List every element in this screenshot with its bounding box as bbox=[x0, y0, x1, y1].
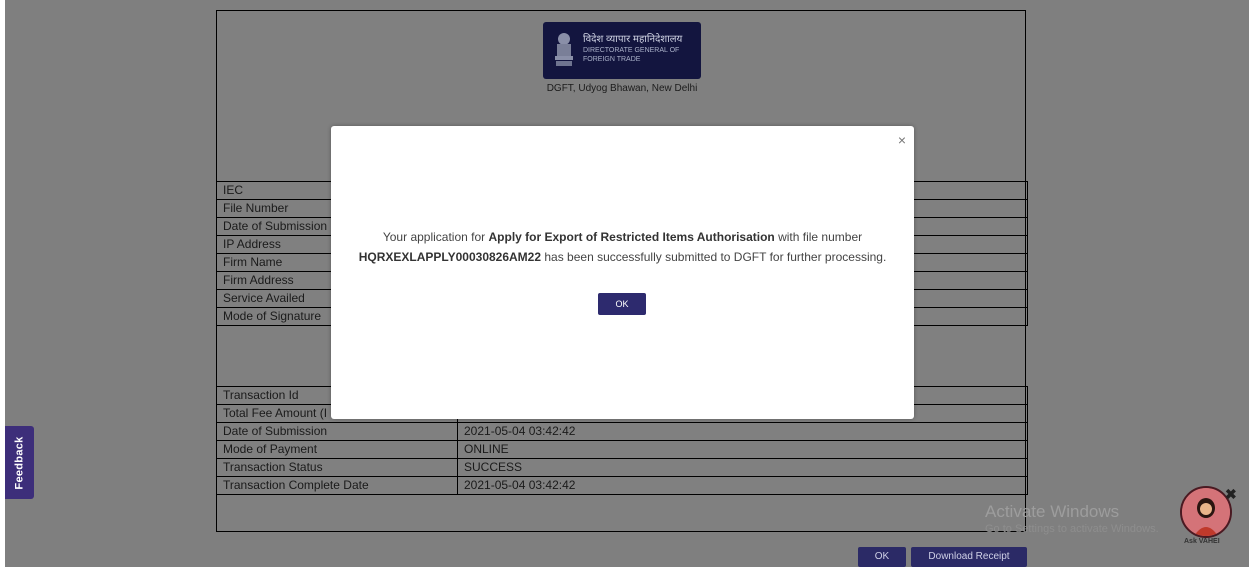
dgft-logo: विदेश व्यापार महानिदेशालय DIRECTORATE GE… bbox=[543, 22, 701, 79]
service-name: Apply for Export of Restricted Items Aut… bbox=[488, 230, 775, 244]
row-value: ONLINE bbox=[457, 440, 1028, 459]
feedback-tab[interactable]: Feedback bbox=[5, 426, 34, 499]
close-icon[interactable]: × bbox=[898, 132, 906, 148]
activate-windows-subtitle: Go to Settings to activate Windows. bbox=[985, 523, 1159, 535]
download-receipt-button[interactable]: Download Receipt bbox=[911, 547, 1027, 567]
row-label: Date of Submission bbox=[216, 422, 458, 441]
logo-english-text: DIRECTORATE GENERAL OF FOREIGN TRADE bbox=[583, 46, 679, 64]
close-assistant-icon[interactable]: ✖ bbox=[1225, 486, 1237, 503]
row-label: Transaction Status bbox=[216, 458, 458, 477]
table-row: Transaction Complete Date 2021-05-04 03:4… bbox=[216, 476, 1028, 495]
row-value: 2021-05-04 03:42:42 bbox=[457, 476, 1028, 495]
logo-english-line1: DIRECTORATE GENERAL OF bbox=[583, 47, 680, 54]
page-edge-right bbox=[1249, 0, 1254, 567]
activate-windows-title: Activate Windows bbox=[985, 502, 1120, 521]
table-row: Date of Submission 2021-05-04 03:42:42 bbox=[216, 422, 1028, 441]
message-prefix: Your application for bbox=[382, 230, 489, 244]
success-modal: × Your application for Apply for Export … bbox=[331, 126, 914, 419]
modal-ok-button[interactable]: OK bbox=[598, 293, 646, 315]
row-value: 2021-05-04 03:42:42 bbox=[457, 422, 1028, 441]
ok-button[interactable]: OK bbox=[858, 547, 906, 567]
row-label: Mode of Payment bbox=[216, 440, 458, 459]
assistant-avatar-icon bbox=[1182, 488, 1230, 536]
message-suffix: has been successfully submitted to DGFT … bbox=[541, 250, 887, 264]
row-label: Transaction Complete Date bbox=[216, 476, 458, 495]
file-number: HQRXEXLAPPLY00030826AM22 bbox=[358, 250, 542, 264]
ask-vahei-label: Ask VAHEI bbox=[1184, 538, 1220, 545]
success-message: Your application for Apply for Export of… bbox=[351, 227, 894, 267]
national-emblem-icon bbox=[555, 33, 573, 66]
table-row: Transaction Status SUCCESS bbox=[216, 458, 1028, 477]
office-address: DGFT, Udyog Bhawan, New Delhi bbox=[546, 83, 698, 94]
row-value: SUCCESS bbox=[457, 458, 1028, 477]
logo-hindi-text: विदेश व्यापार महानिदेशालय bbox=[583, 34, 683, 45]
logo-english-line2: FOREIGN TRADE bbox=[583, 56, 641, 63]
feedback-label: Feedback bbox=[13, 435, 26, 490]
message-middle: with file number bbox=[774, 230, 863, 244]
table-row: Mode of Payment ONLINE bbox=[216, 440, 1028, 459]
